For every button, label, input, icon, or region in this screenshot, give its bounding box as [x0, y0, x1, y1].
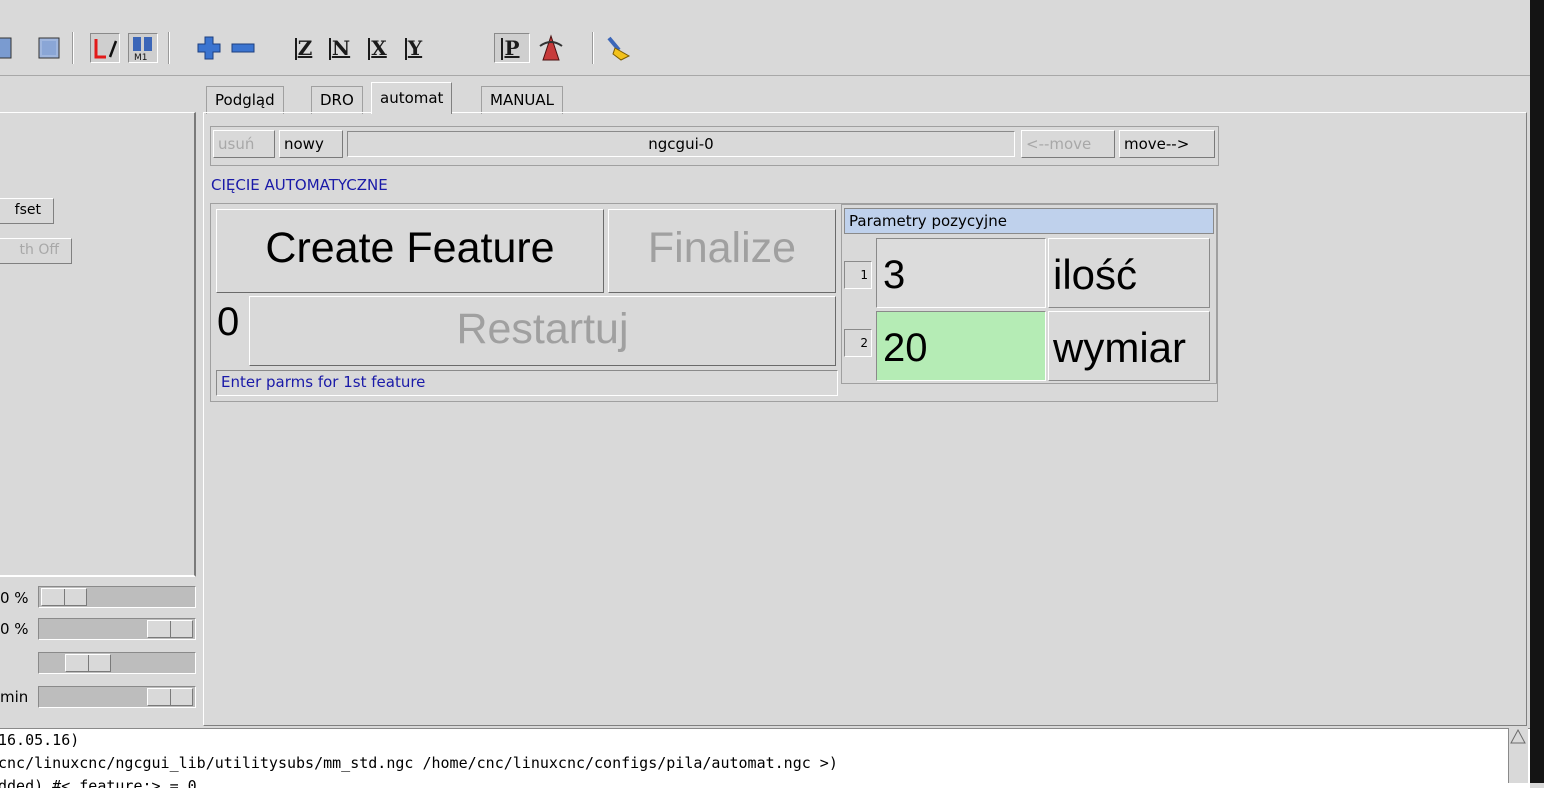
toolbar: M1 Z N X Y P [0, 24, 1530, 76]
view-p-icon[interactable]: P [494, 33, 530, 63]
console-line: cnc/linuxcnc/ngcgui_lib/utilitysubs/mm_s… [0, 754, 838, 772]
left-panel: fset th Off [0, 112, 196, 577]
slider-thumb[interactable] [147, 688, 193, 706]
param-wymiar-label: wymiar [1048, 311, 1210, 381]
toolbar-separator [592, 32, 594, 64]
param-wymiar-input[interactable]: 20 [876, 311, 1046, 381]
slider-thumb[interactable] [65, 654, 111, 672]
finalize-button[interactable]: Finalize [608, 209, 836, 293]
tab-podglad[interactable]: Podgląd [206, 86, 284, 114]
tab-manual[interactable]: MANUAL [481, 86, 564, 114]
section-title: CIĘCIE AUTOMATYCZNE [211, 176, 388, 194]
tab-automat[interactable]: automat [371, 82, 453, 114]
zoom-out-icon[interactable] [228, 33, 258, 63]
params-header: Parametry pozycyjne [844, 208, 1214, 234]
toolbar-separator [72, 32, 74, 64]
page-name-field[interactable]: ngcgui-0 [347, 131, 1015, 157]
max-velocity-slider[interactable] [38, 686, 196, 708]
restart-button[interactable]: Restartuj [249, 296, 836, 366]
spindle-override-label: 0 % [0, 620, 29, 638]
param-number: 1 [844, 261, 872, 289]
toolbar-separator [168, 32, 170, 64]
status-line: Enter parms for 1st feature [216, 370, 838, 396]
view-rotated-z-icon[interactable]: N [326, 33, 356, 63]
spindle-override-slider[interactable] [38, 618, 196, 640]
view-y-icon[interactable]: Y [400, 33, 430, 63]
slider-thumb[interactable] [41, 588, 87, 606]
rotate-view-icon[interactable] [536, 33, 566, 63]
scroll-up-icon[interactable] [1509, 728, 1527, 746]
jog-speed-slider[interactable] [38, 652, 196, 674]
m1-label: M1 [134, 53, 148, 61]
view-x-icon[interactable]: X [364, 33, 394, 63]
param-number: 2 [844, 329, 872, 357]
tab-dro[interactable]: DRO [311, 86, 363, 114]
zoom-in-icon[interactable] [194, 33, 224, 63]
move-left-button[interactable]: <--move [1021, 130, 1115, 158]
feed-override-slider[interactable] [38, 586, 196, 608]
feature-frame: Create Feature Finalize 0 Restartuj Ente… [210, 203, 1218, 402]
console-line: dded) #<_feature:> = 0 [0, 777, 197, 788]
param-ilosc-label: ilość [1048, 238, 1210, 308]
feature-counter: 0 [217, 300, 240, 344]
touch-off-button[interactable]: th Off [0, 238, 72, 264]
move-right-button[interactable]: move--> [1119, 130, 1215, 158]
max-velocity-label: min [0, 688, 29, 706]
page-controls: usuń nowy ngcgui-0 <--move move--> [210, 126, 1219, 166]
m1-pause-icon[interactable]: M1 [128, 33, 158, 63]
param-ilosc-input[interactable]: 3 [876, 238, 1046, 308]
console-scrollbar[interactable] [1508, 728, 1528, 783]
positional-params: Parametry pozycyjne 1 3 ilość 2 20 wymia… [841, 204, 1217, 384]
clear-plot-icon[interactable] [604, 33, 634, 63]
window-edge [1530, 0, 1544, 783]
console-line: 16.05.16) [0, 731, 80, 749]
view-outline-icon[interactable] [0, 33, 20, 63]
feed-override-label: 0 % [0, 589, 29, 607]
offset-button[interactable]: fset [0, 198, 54, 224]
view-z-icon[interactable]: Z [290, 33, 320, 63]
slider-thumb[interactable] [147, 620, 193, 638]
tool-path-icon[interactable] [90, 33, 120, 63]
delete-page-button[interactable]: usuń [213, 130, 275, 158]
new-page-button[interactable]: nowy [279, 130, 343, 158]
create-feature-button[interactable]: Create Feature [216, 209, 604, 293]
view-solid-icon[interactable] [34, 33, 64, 63]
console-output: 16.05.16) cnc/linuxcnc/ngcgui_lib/utility… [0, 728, 1530, 788]
